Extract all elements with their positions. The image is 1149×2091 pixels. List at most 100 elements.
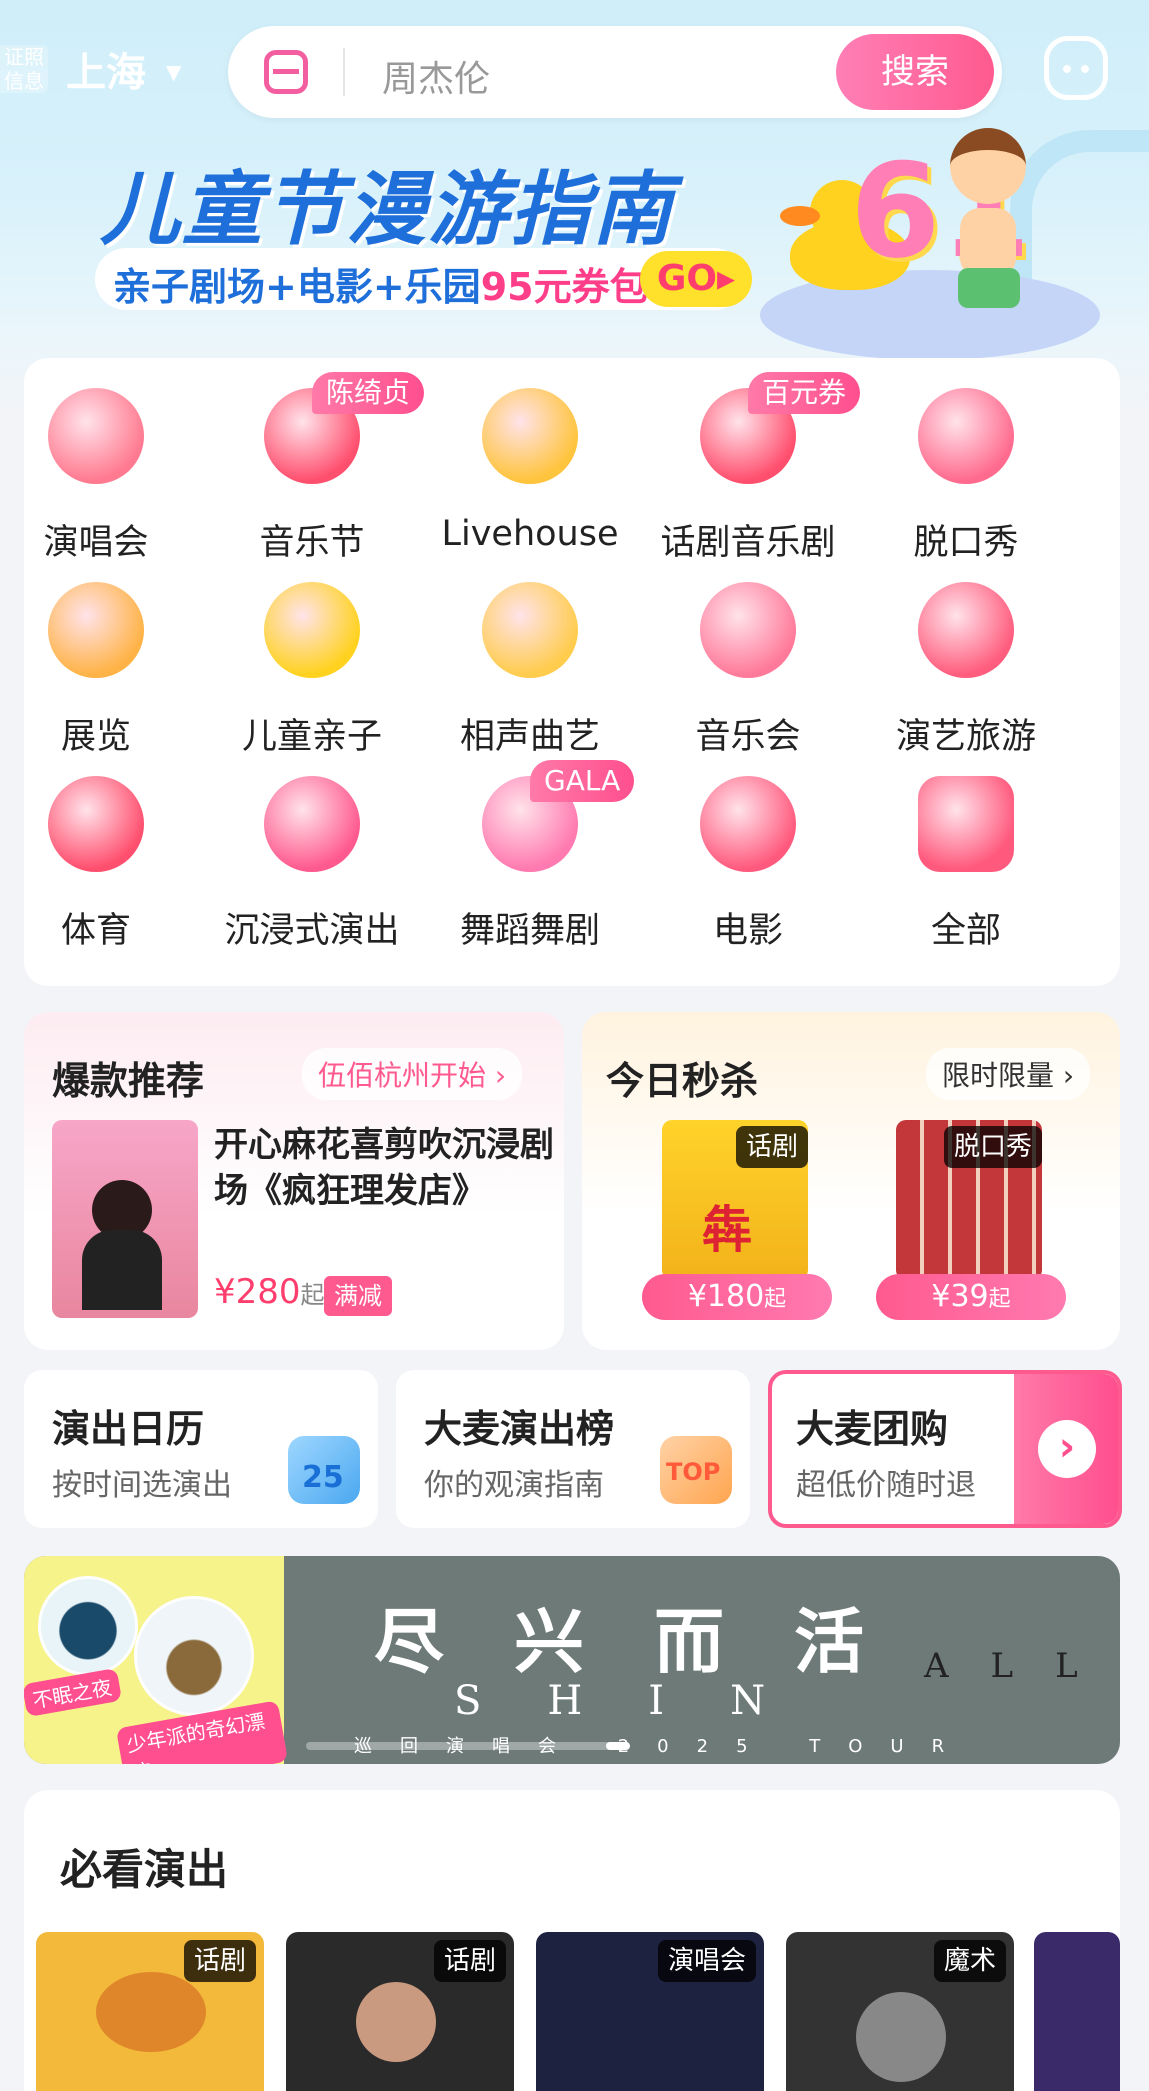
concert-promo-banner[interactable]: 不眠之夜 少年派的奇幻漂流 尽兴而活 SHIN 巡回演唱会 2025 TOUR … [24,1556,1120,1764]
picture-frame-icon [48,582,144,678]
lips-icon [918,388,1014,484]
category-label: 全部 [930,911,1001,951]
category-item[interactable]: 相声曲艺 [430,562,630,757]
banner-subtitle-text: 亲子剧场+电影+乐园 [113,265,481,309]
calendar-icon-text: 25 [302,1460,344,1495]
category-item[interactable]: 沉浸式演出 [212,756,412,951]
must-see-title: 必看演出 [60,1845,229,1894]
license-info-link[interactable]: 证照 信息 [0,45,48,93]
microphone-icon [48,388,144,484]
show-tag: 话剧 [433,1940,506,1982]
football-icon [48,776,144,872]
category-item[interactable]: Livehouse [430,368,630,554]
banner-title: 儿童节漫游指南 [100,163,674,256]
ranking-card[interactable]: 大麦演出榜 你的观演指南 TOP [396,1370,750,1528]
show-tag: 演唱会 [657,1940,756,1982]
category-item[interactable]: 舞蹈舞剧 GALA [430,756,635,951]
flash-price-suffix: 起 [764,1287,787,1312]
category-label: 舞蹈舞剧 [459,911,600,951]
hot-show-poster[interactable] [52,1120,198,1318]
hot-recommend-more-link[interactable]: 伍佰杭州开始 › [302,1048,523,1100]
clapperboard-icon [700,776,796,872]
show-card[interactable]: 话剧 [286,1932,514,2091]
flash-sale-more-link[interactable]: 限时限量 › [926,1048,1091,1100]
header: 证照 信息 上海 ▼ 周杰伦 搜索 [0,20,1149,130]
chevron-down-icon[interactable]: ▼ [166,60,181,84]
search-bar[interactable]: 周杰伦 搜索 [228,26,1002,118]
message-icon[interactable] [1044,36,1108,100]
city-selector[interactable]: 上海 [66,40,146,98]
shortcut-subtitle: 超低价随时退 [796,1468,976,1503]
category-label: 相声曲艺 [459,717,600,757]
show-tag: 魔术 [933,1940,1006,1982]
show-tag: 话剧 [183,1940,256,1982]
banner-subtitle: 亲子剧场+电影+乐园95元券包 [113,256,648,311]
category-item[interactable]: 演艺旅游 [866,562,1066,757]
promo-left-panel: 不眠之夜 少年派的奇幻漂流 [24,1556,289,1764]
search-divider [343,48,345,96]
show-poster-graphic [356,1982,436,2062]
category-item[interactable]: 展览 [0,562,196,757]
show-card[interactable] [1034,1932,1120,2091]
guitar-icon [482,388,578,484]
category-item[interactable]: 演唱会 [0,368,196,563]
category-label: 展览 [60,717,131,757]
message-dot [1081,65,1089,73]
show-calendar-card[interactable]: 演出日历 按时间选演出 25 [24,1370,378,1528]
search-button[interactable]: 搜索 [836,34,994,110]
bubble-graphic [134,1596,254,1716]
childrens-day-banner[interactable]: 儿童节漫游指南 亲子剧场+电影+乐园95元券包 GO▸ 61 [0,120,1149,360]
promo-english: SHIN [454,1678,832,1724]
show-card[interactable]: 话剧 [36,1932,264,2091]
show-card[interactable]: 演唱会 [536,1932,764,2091]
banner-go-button[interactable]: GO▸ [640,251,752,307]
group-buy-card[interactable]: 大麦团购 超低价随时退 › [768,1370,1122,1528]
carousel-indicator [306,1742,846,1750]
scan-icon[interactable] [264,50,308,94]
category-item[interactable]: 全部 [866,756,1066,951]
shortcut-title: 大麦演出榜 [424,1407,615,1451]
poster-figure-body [82,1230,162,1310]
category-item[interactable]: 音乐节 陈绮贞 [212,368,425,563]
flash-item[interactable]: 脱口秀 ¥39起 [876,1120,1086,1320]
fan-icon [482,582,578,678]
hot-price-suffix: 起 [300,1281,325,1309]
category-item[interactable]: 脱口秀 [866,368,1066,563]
palm-tree-icon [918,582,1014,678]
message-dot [1063,65,1071,73]
arrow-right-icon[interactable]: › [1038,1420,1096,1478]
shortcut-subtitle: 按时间选演出 [52,1468,232,1503]
flash-item-tag: 话剧 [735,1126,808,1168]
top-badge-text: TOP [666,1458,721,1486]
flash-sale-card[interactable]: 今日秒杀 限时限量 › 犇 话剧 ¥180起 脱口秀 ¥39起 [582,1012,1120,1350]
banner-go-label: GO [656,258,718,299]
category-label: 电影 [712,911,783,951]
shortcut-title: 大麦团购 [796,1407,949,1451]
category-label: 话剧音乐剧 [660,523,836,563]
category-item[interactable]: 话剧音乐剧 百元券 [648,368,861,563]
shortcut-subtitle: 你的观演指南 [424,1468,604,1503]
boy-illustration [930,128,1040,348]
search-input[interactable]: 周杰伦 [382,50,490,102]
category-item[interactable]: 儿童亲子 [212,562,412,757]
grid-icon [918,776,1014,872]
show-card[interactable]: 魔术 [786,1932,1014,2091]
category-item[interactable]: 体育 [0,756,196,951]
group-buy-side: › [1014,1374,1118,1524]
flash-price-value: ¥39 [931,1279,989,1314]
license-line1: 证照 [4,45,44,69]
discount-badge: 满减 [324,1276,392,1316]
flash-item[interactable]: 犇 话剧 ¥180起 [642,1120,852,1320]
hot-recommend-more-label: 伍佰杭州开始 [318,1059,487,1092]
category-label: 音乐会 [695,717,801,757]
hot-show-name[interactable]: 开心麻花喜剪吹沉浸剧场《疯狂理发店》 [214,1122,554,1214]
category-label: 沉浸式演出 [224,911,400,951]
must-see-section: 必看演出 话剧 话剧 演唱会 魔术 [24,1790,1120,2091]
promo-right-text: ALL [924,1646,1120,1686]
category-label: 演唱会 [43,523,149,563]
calendar-icon: 25 [288,1436,360,1504]
category-item[interactable]: 电影 [648,756,848,951]
category-item[interactable]: 音乐会 [648,562,848,757]
hot-recommend-card[interactable]: 爆款推荐 伍佰杭州开始 › 开心麻花喜剪吹沉浸剧场《疯狂理发店》 ¥280起 满… [24,1012,564,1350]
poster-calligraphy: 犇 [702,1201,752,1259]
